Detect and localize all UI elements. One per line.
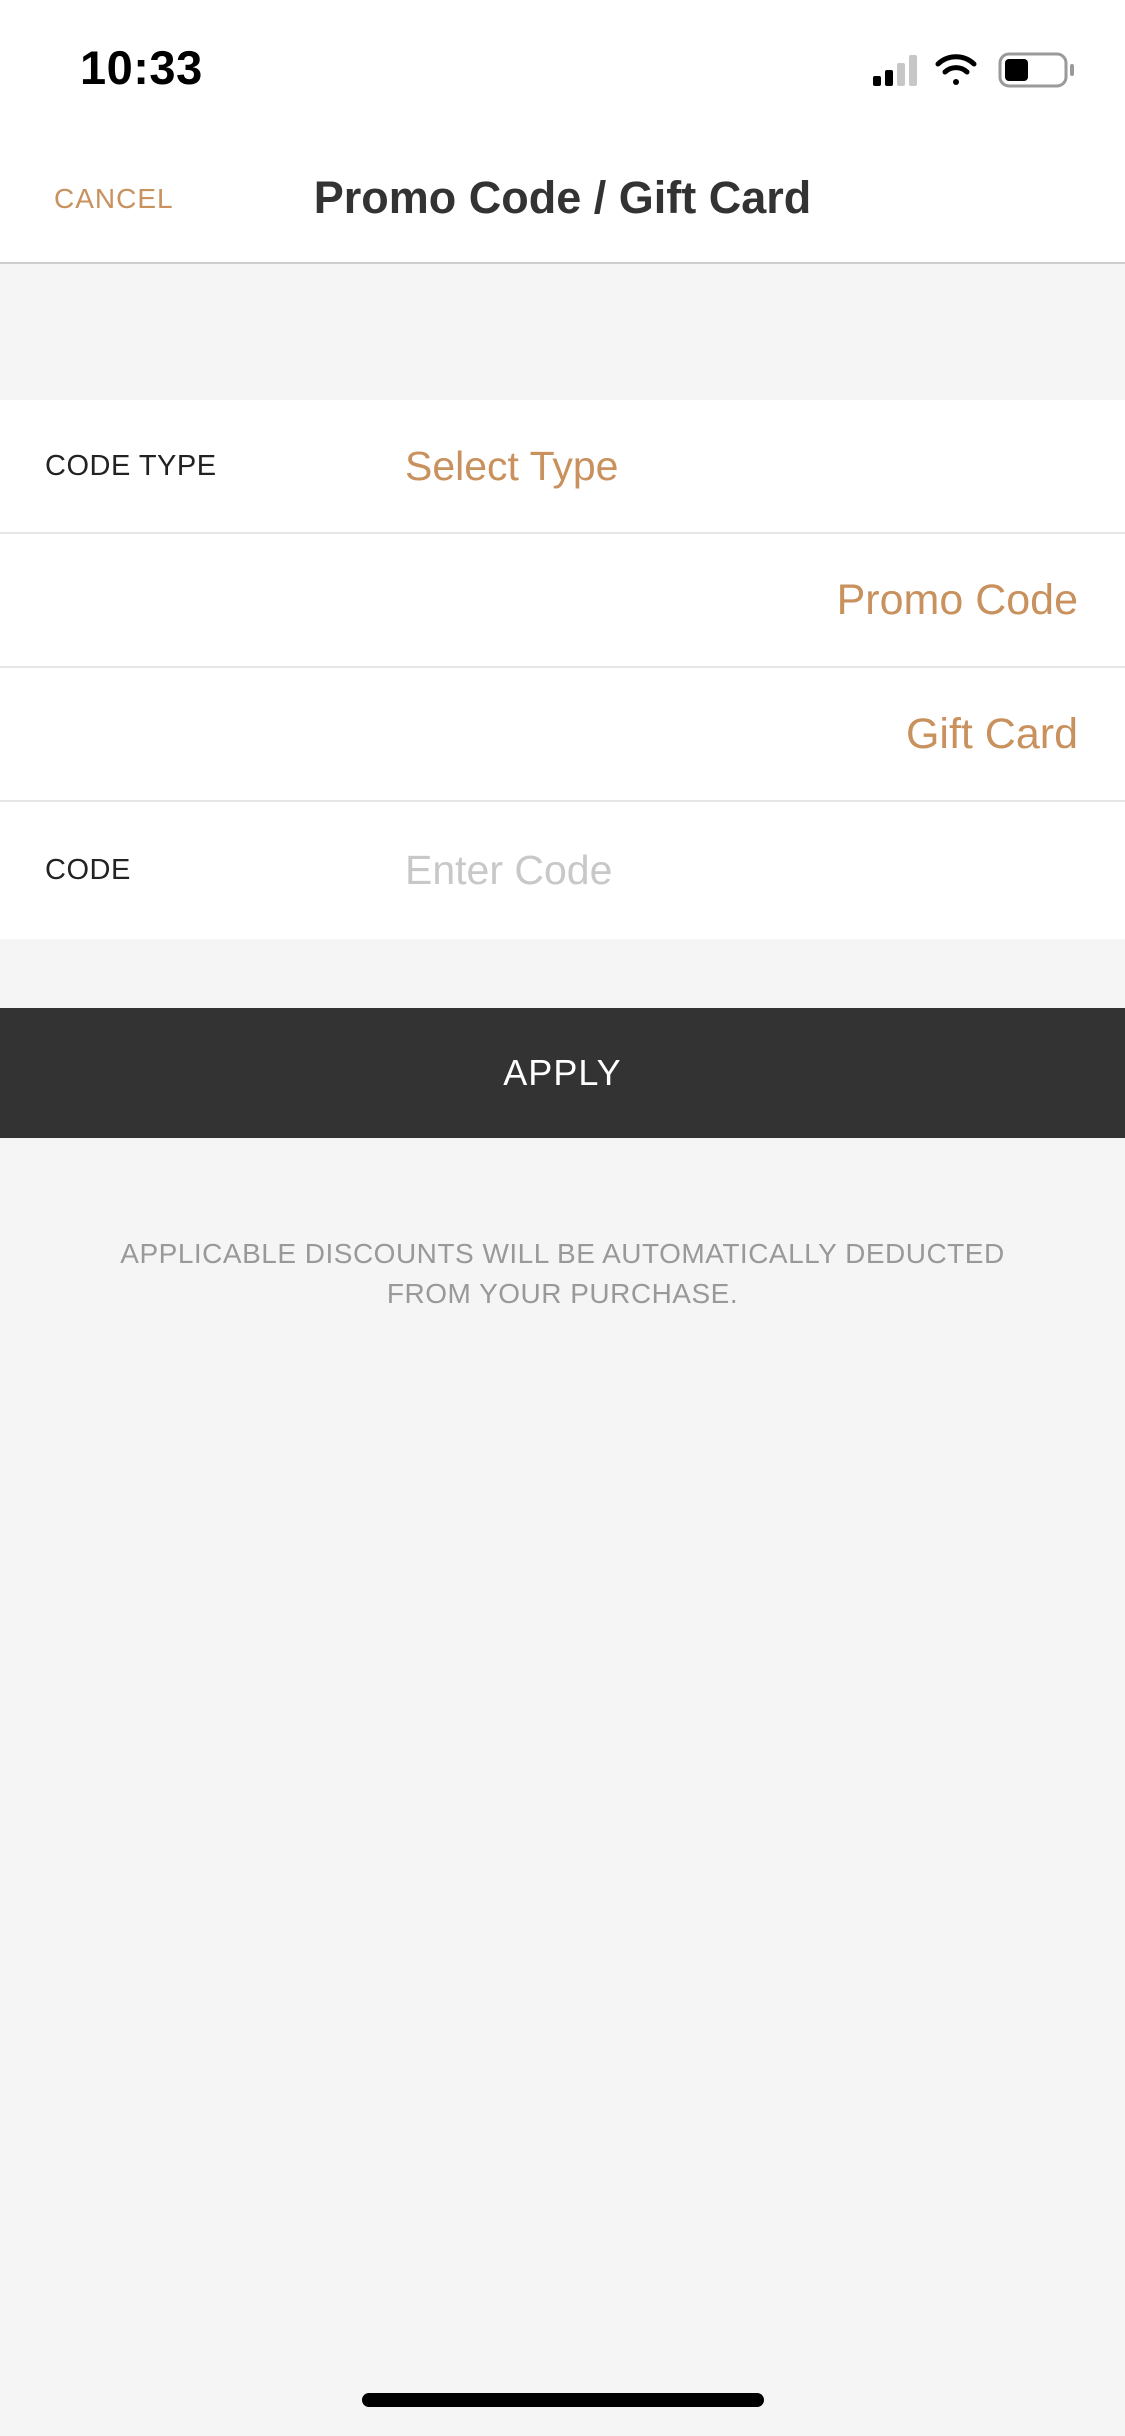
form-section: CODE TYPE Select Type Promo Code Gift Ca… [0,400,1125,939]
option-gift-card[interactable]: Gift Card [906,710,1078,759]
cellular-signal-icon [873,55,917,86]
option-promo-code[interactable]: Promo Code [837,576,1078,625]
page-title: Promo Code / Gift Card [313,172,812,223]
code-type-label: CODE TYPE [45,449,217,482]
option-gift-card-row[interactable]: Gift Card [0,668,1125,802]
wifi-icon [935,54,977,85]
status-icons [873,52,1074,88]
status-time: 10:33 [80,41,203,94]
code-input[interactable] [405,802,1085,939]
option-promo-code-row[interactable]: Promo Code [0,534,1125,668]
home-indicator [362,2393,764,2407]
status-bar: 10:33 [0,0,1125,135]
apply-button[interactable]: APPLY [0,1008,1125,1138]
discount-disclaimer: APPLICABLE DISCOUNTS WILL BE AUTOMATICAL… [120,1238,1005,1309]
nav-bar: CANCEL Promo Code / Gift Card [0,135,1125,264]
code-type-select[interactable]: Select Type [405,443,619,490]
code-label: CODE [45,854,131,886]
battery-icon [998,52,1074,88]
code-type-row[interactable]: CODE TYPE Select Type [0,400,1125,534]
code-row: CODE [0,802,1125,939]
